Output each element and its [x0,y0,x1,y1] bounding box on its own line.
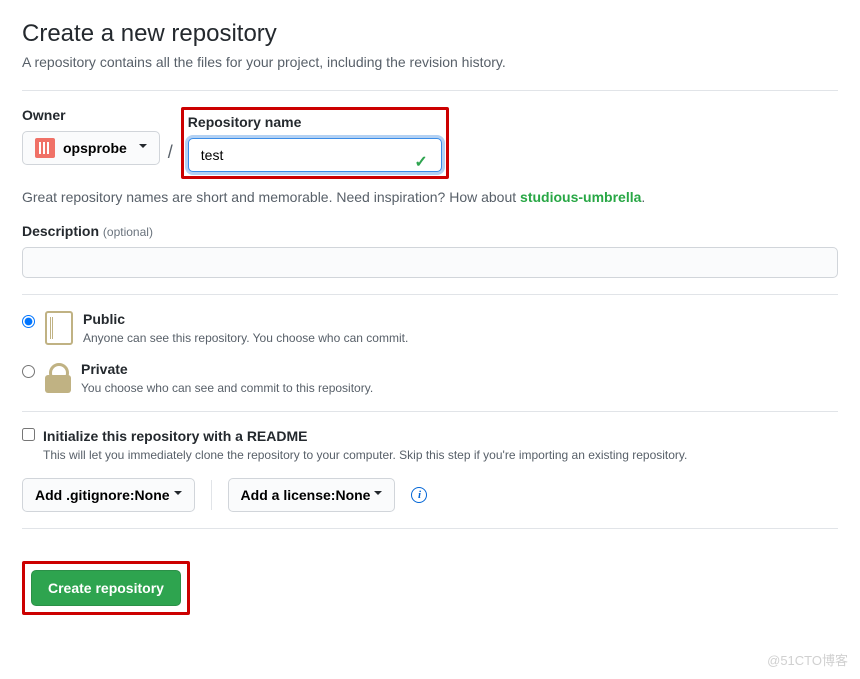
public-sub: Anyone can see this repository. You choo… [83,331,408,345]
gitignore-selector[interactable]: Add .gitignore: None [22,478,195,512]
repo-name-input[interactable] [188,138,442,172]
chevron-down-icon [174,491,182,499]
lock-icon [45,363,71,393]
description-input[interactable] [22,247,838,278]
watermark: @51CTO博客 [767,650,848,669]
vertical-divider [211,480,212,510]
page-title: Create a new repository [22,20,838,48]
divider [22,294,838,295]
public-title: Public [83,311,408,327]
public-radio[interactable] [22,315,35,328]
owner-selector[interactable]: opsprobe [22,131,160,165]
check-icon: ✓ [414,152,427,172]
divider [22,90,838,91]
divider [22,528,838,529]
chevron-down-icon [374,491,382,499]
visibility-private-option[interactable]: Private You choose who can see and commi… [22,361,838,395]
private-title: Private [81,361,373,377]
page-subtitle: A repository contains all the files for … [22,54,838,70]
name-hint: Great repository names are short and mem… [22,189,838,205]
init-readme-row: Initialize this repository with a README… [22,428,838,462]
repo-name-label: Repository name [188,114,442,130]
avatar-icon [35,138,55,158]
visibility-public-option[interactable]: Public Anyone can see this repository. Y… [22,311,838,345]
init-readme-title: Initialize this repository with a README [43,428,307,444]
create-repository-button[interactable]: Create repository [31,570,181,606]
owner-label: Owner [22,107,160,123]
name-row: Owner opsprobe / Repository name ✓ [22,107,838,179]
init-readme-checkbox[interactable] [22,428,35,441]
license-selector[interactable]: Add a license: None [228,478,396,512]
divider [22,411,838,412]
owner-name: opsprobe [63,138,127,158]
private-radio[interactable] [22,365,35,378]
private-sub: You choose who can see and commit to thi… [81,381,373,395]
chevron-down-icon [139,144,147,152]
description-label: Description (optional) [22,223,838,239]
init-readme-sub: This will let you immediately clone the … [43,448,687,462]
info-icon[interactable]: i [411,487,427,503]
repo-icon [45,311,73,345]
suggested-name-link[interactable]: studious-umbrella [520,189,641,205]
path-separator: / [160,135,181,169]
